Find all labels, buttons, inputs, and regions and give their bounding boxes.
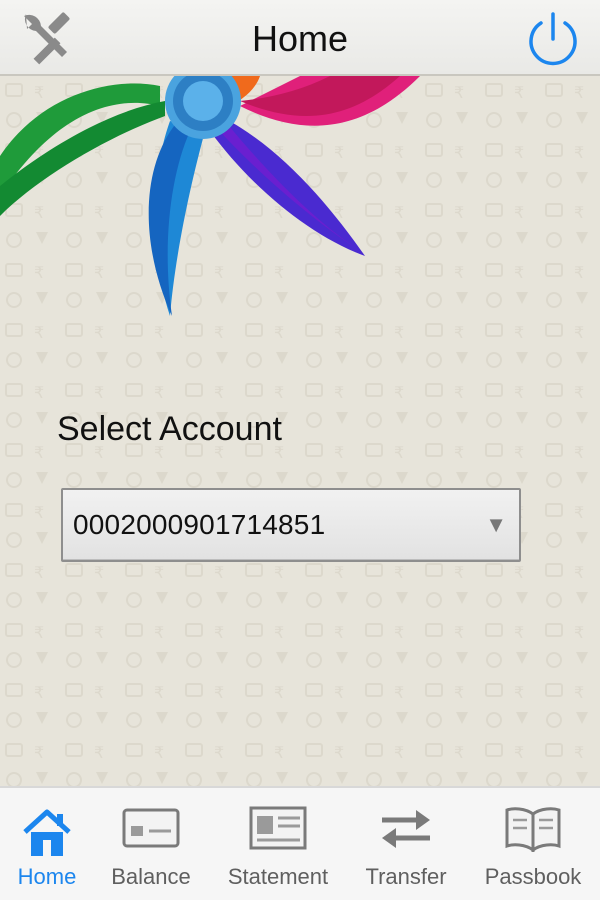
pinwheel-graphic <box>0 76 420 316</box>
nav-statement-label: Statement <box>227 864 329 889</box>
nav-balance[interactable]: Balance <box>104 788 198 900</box>
page-title: Home <box>251 18 349 59</box>
nav-balance-label: Balance <box>111 864 191 889</box>
card-icon <box>122 808 180 848</box>
account-dropdown[interactable]: 0002000901714851 ▼ <box>61 488 521 562</box>
account-dropdown-value: 0002000901714851 <box>73 509 326 540</box>
nav-transfer-label: Transfer <box>365 864 447 889</box>
nav-home[interactable]: Home <box>0 788 94 900</box>
nav-passbook-label: Passbook <box>484 864 582 889</box>
nav-statement[interactable]: Statement <box>222 788 334 900</box>
power-icon <box>529 12 577 66</box>
bottom-nav: Home Balance Statement Transfer Passbook <box>0 786 600 900</box>
nav-home-label: Home <box>17 864 77 889</box>
top-bar: Home <box>0 0 600 76</box>
nav-passbook[interactable]: Passbook <box>478 788 588 900</box>
transfer-icon <box>382 810 430 848</box>
power-button[interactable] <box>522 8 584 70</box>
book-icon <box>505 807 561 852</box>
nav-transfer[interactable]: Transfer <box>358 788 454 900</box>
select-account-label: Select Account <box>57 410 282 448</box>
main-content: ₹ Select Account 0002000901714851 ▼ <box>0 76 600 786</box>
dropdown-arrow-icon: ▼ <box>485 512 507 537</box>
statement-icon <box>249 806 307 850</box>
home-icon <box>23 809 71 856</box>
